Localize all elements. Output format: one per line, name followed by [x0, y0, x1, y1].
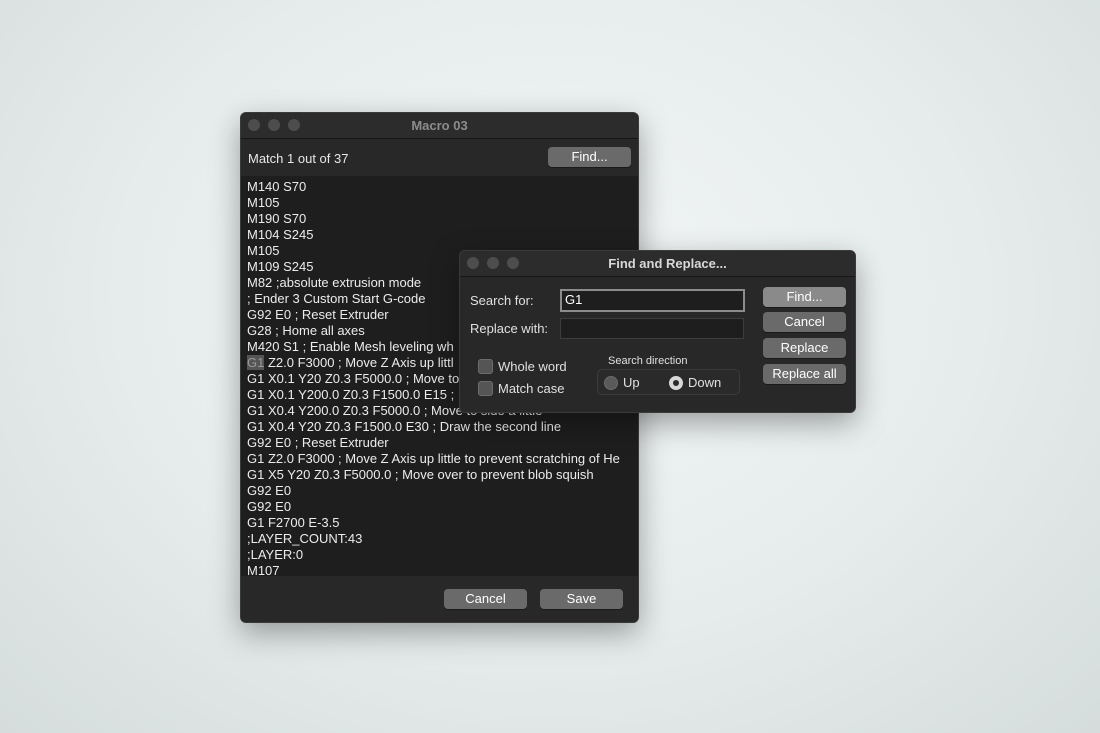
- match-case-checkbox[interactable]: [478, 381, 493, 396]
- whole-word-checkbox[interactable]: [478, 359, 493, 374]
- code-line-text: G92 E0: [247, 483, 292, 498]
- code-line-text: G1 X5 Y20 Z0.3 F5000.0 ; Move over to pr…: [247, 467, 594, 482]
- search-label: Search for:: [470, 293, 534, 308]
- replace-button[interactable]: Replace: [763, 338, 846, 358]
- code-line: G1 F2700 E-3.5: [247, 515, 620, 531]
- code-line: G1 X5 Y20 Z0.3 F5000.0 ; Move over to pr…: [247, 467, 620, 483]
- replace-all-button[interactable]: Replace all: [763, 364, 846, 384]
- code-line-text: M190 S70: [247, 211, 307, 226]
- code-line-text: G1 F2700 E-3.5: [247, 515, 340, 530]
- code-line-text: G1 X0.1 Y200.0 Z0.3 F1500.0 E15 ;: [247, 387, 455, 402]
- replace-input[interactable]: [560, 318, 744, 339]
- code-line: M140 S70: [247, 179, 620, 195]
- code-line-text: M420 S1 ; Enable Mesh leveling wh: [247, 339, 454, 354]
- direction-up-label: Up: [623, 375, 640, 390]
- macro-toolbar: Match 1 out of 37 Find...: [241, 139, 638, 176]
- find-titlebar[interactable]: Find and Replace...: [460, 251, 855, 277]
- code-line: M105: [247, 195, 620, 211]
- code-line-text: G1 X0.1 Y20 Z0.3 F5000.0 ; Move to: [247, 371, 460, 386]
- code-line-text: M109 S245: [247, 259, 314, 274]
- code-line-text: M104 S245: [247, 227, 314, 242]
- code-line-text: G28 ; Home all axes: [247, 323, 365, 338]
- window-title: Find and Replace...: [608, 256, 727, 271]
- replace-label: Replace with:: [470, 321, 549, 336]
- direction-down-radio[interactable]: [669, 376, 683, 390]
- code-line: G1 X0.4 Y20 Z0.3 F1500.0 E30 ; Draw the …: [247, 419, 620, 435]
- code-line: M104 S245: [247, 227, 620, 243]
- code-line: G1 Z2.0 F3000 ; Move Z Axis up little to…: [247, 451, 620, 467]
- match-case-label: Match case: [498, 381, 565, 396]
- code-line-text: M140 S70: [247, 179, 307, 194]
- code-line-text: G92 E0: [247, 499, 292, 514]
- code-line-text: G1 X0.4 Y20 Z0.3 F1500.0 E30 ; Draw the …: [247, 419, 562, 434]
- find-replace-window: Find and Replace... Search for: G1 Repla…: [459, 250, 856, 413]
- code-line-text: G1 Z2.0 F3000 ; Move Z Axis up little to…: [247, 451, 620, 466]
- search-direction-group: Up Down: [597, 369, 740, 395]
- code-line-text: ;LAYER:0: [247, 547, 304, 562]
- code-line-text: G92 E0 ; Reset Extruder: [247, 307, 389, 322]
- macro-footer: Cancel Save: [241, 576, 638, 622]
- save-button[interactable]: Save: [540, 589, 623, 609]
- search-input[interactable]: G1: [560, 289, 745, 312]
- code-line: G92 E0 ; Reset Extruder: [247, 435, 620, 451]
- find-button[interactable]: Find...: [763, 287, 846, 307]
- close-window-button[interactable]: [467, 257, 479, 269]
- find-button[interactable]: Find...: [548, 147, 631, 167]
- code-line-text: M105: [247, 195, 280, 210]
- code-line-text: Z2.0 F3000 ; Move Z Axis up littl: [264, 355, 454, 370]
- cancel-button[interactable]: Cancel: [763, 312, 846, 332]
- code-line-text: M107: [247, 563, 280, 576]
- code-line-text: ; Ender 3 Custom Start G-code: [247, 291, 426, 306]
- code-line: M190 S70: [247, 211, 620, 227]
- code-line: ;LAYER:0: [247, 547, 620, 563]
- direction-up-radio[interactable]: [604, 376, 618, 390]
- code-line-text: M105: [247, 243, 280, 258]
- whole-word-label: Whole word: [498, 359, 567, 374]
- code-line-text: ;LAYER_COUNT:43: [247, 531, 363, 546]
- code-line-text: G92 E0 ; Reset Extruder: [247, 435, 389, 450]
- match-status: Match 1 out of 37: [248, 151, 349, 166]
- window-title: Macro 03: [411, 118, 468, 133]
- direction-down-label: Down: [688, 375, 722, 390]
- cancel-button[interactable]: Cancel: [444, 589, 527, 609]
- code-line-text: M82 ;absolute extrusion mode: [247, 275, 422, 290]
- code-line: M107: [247, 563, 620, 576]
- search-match-highlight: G1: [247, 355, 265, 370]
- search-direction-label: Search direction: [608, 355, 688, 367]
- macro-titlebar[interactable]: Macro 03: [241, 113, 638, 139]
- code-line: G92 E0: [247, 483, 620, 499]
- code-line: ;LAYER_COUNT:43: [247, 531, 620, 547]
- code-line: G92 E0: [247, 499, 620, 515]
